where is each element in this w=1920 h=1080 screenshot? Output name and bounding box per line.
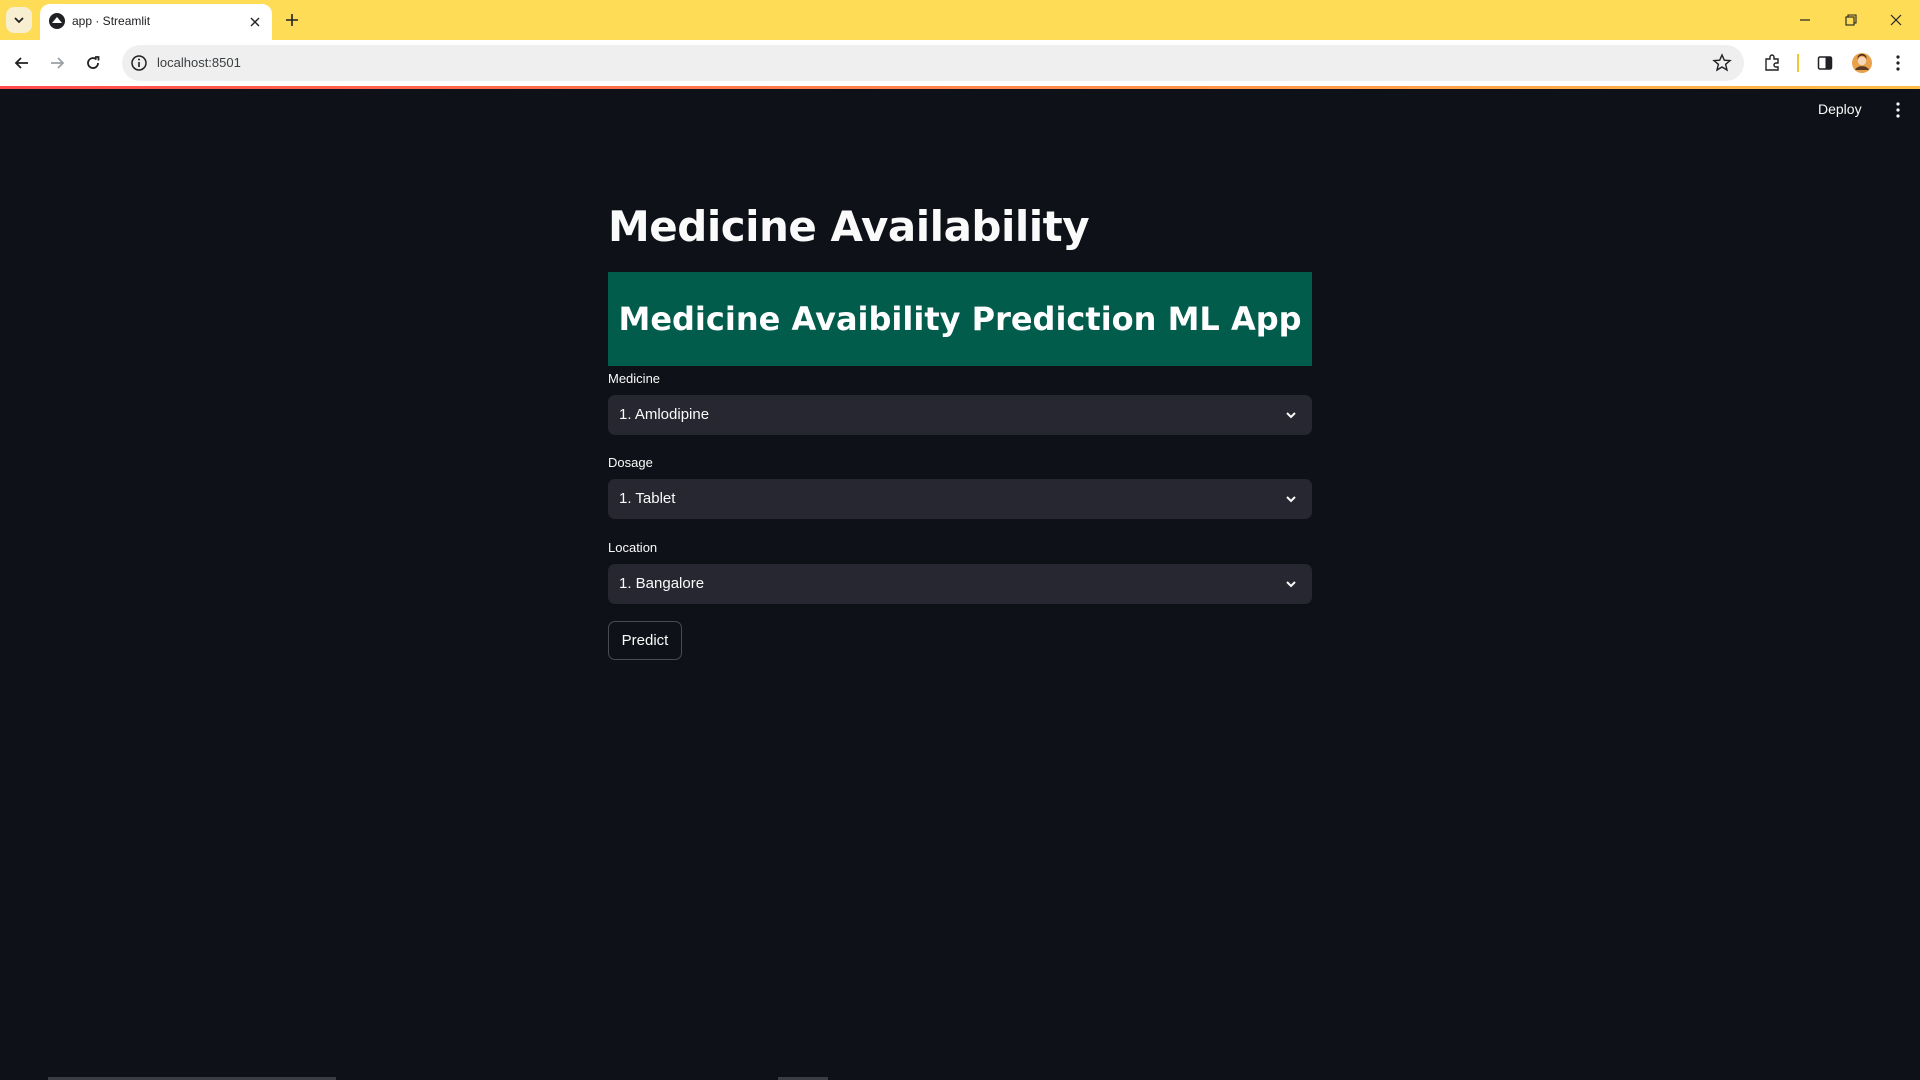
side-panel-button[interactable] [1813, 51, 1837, 75]
profile-button[interactable] [1850, 51, 1874, 75]
minimize-icon [1800, 19, 1810, 21]
medicine-label: Medicine [608, 371, 661, 386]
more-vertical-icon [1896, 102, 1900, 118]
page-title: Medicine Availability [608, 202, 1090, 251]
minimize-button[interactable] [1790, 6, 1820, 34]
browser-toolbar: localhost:8501 [0, 40, 1920, 86]
chevron-down-icon [1286, 412, 1296, 419]
chevron-down-icon [1286, 581, 1296, 588]
browser-tab-active[interactable]: app · Streamlit [40, 4, 272, 40]
puzzle-icon [1765, 54, 1779, 71]
bookmark-star-icon[interactable] [1712, 53, 1732, 73]
dosage-select[interactable]: 1. Tablet [608, 479, 1312, 519]
browser-menu-button[interactable] [1886, 51, 1910, 75]
app-main-menu-button[interactable] [1888, 100, 1908, 120]
close-icon [250, 17, 260, 27]
medicine-select[interactable]: 1. Amlodipine [608, 395, 1312, 435]
location-select-value: 1. Bangalore [619, 575, 705, 592]
toolbar-divider [1797, 54, 1799, 72]
streamlit-favicon-icon [49, 13, 65, 29]
tab-close-button[interactable] [246, 13, 264, 31]
info-icon[interactable] [130, 54, 148, 72]
plus-icon [286, 14, 298, 26]
new-tab-button[interactable] [280, 8, 304, 32]
location-label: Location [608, 540, 658, 555]
dosage-label: Dosage [608, 455, 653, 470]
deploy-button[interactable]: Deploy [1818, 101, 1862, 117]
arrow-right-icon [51, 57, 65, 69]
streamlit-app: Deploy Medicine Availability Medicine Av… [0, 89, 1920, 1080]
location-select[interactable]: 1. Bangalore [608, 564, 1312, 604]
more-vertical-icon [1896, 55, 1900, 71]
banner-title: Medicine Avaibility Prediction ML App [618, 300, 1302, 338]
app-banner: Medicine Avaibility Prediction ML App [608, 272, 1312, 366]
close-icon [1890, 14, 1902, 26]
extensions-button[interactable] [1760, 51, 1784, 75]
back-button[interactable] [8, 49, 36, 77]
address-bar[interactable]: localhost:8501 [122, 45, 1744, 81]
browser-tab-bar: app · Streamlit [0, 0, 1920, 40]
restore-icon [1845, 14, 1857, 26]
address-url[interactable]: localhost:8501 [157, 55, 241, 70]
reload-button[interactable] [79, 49, 107, 77]
medicine-select-value: 1. Amlodipine [619, 406, 710, 423]
side-panel-icon [1817, 56, 1833, 70]
tab-title: app · Streamlit [72, 14, 151, 28]
forward-button[interactable] [43, 49, 71, 77]
tab-search-button[interactable] [6, 7, 32, 33]
chevron-down-icon [1286, 496, 1296, 503]
predict-button[interactable]: Predict [608, 621, 682, 660]
dosage-select-value: 1. Tablet [619, 490, 676, 507]
reload-icon [87, 56, 100, 69]
restore-button[interactable] [1836, 6, 1866, 34]
avatar [1852, 53, 1872, 73]
arrow-left-icon [14, 57, 28, 69]
close-window-button[interactable] [1881, 6, 1911, 34]
chevron-down-icon [14, 17, 24, 24]
